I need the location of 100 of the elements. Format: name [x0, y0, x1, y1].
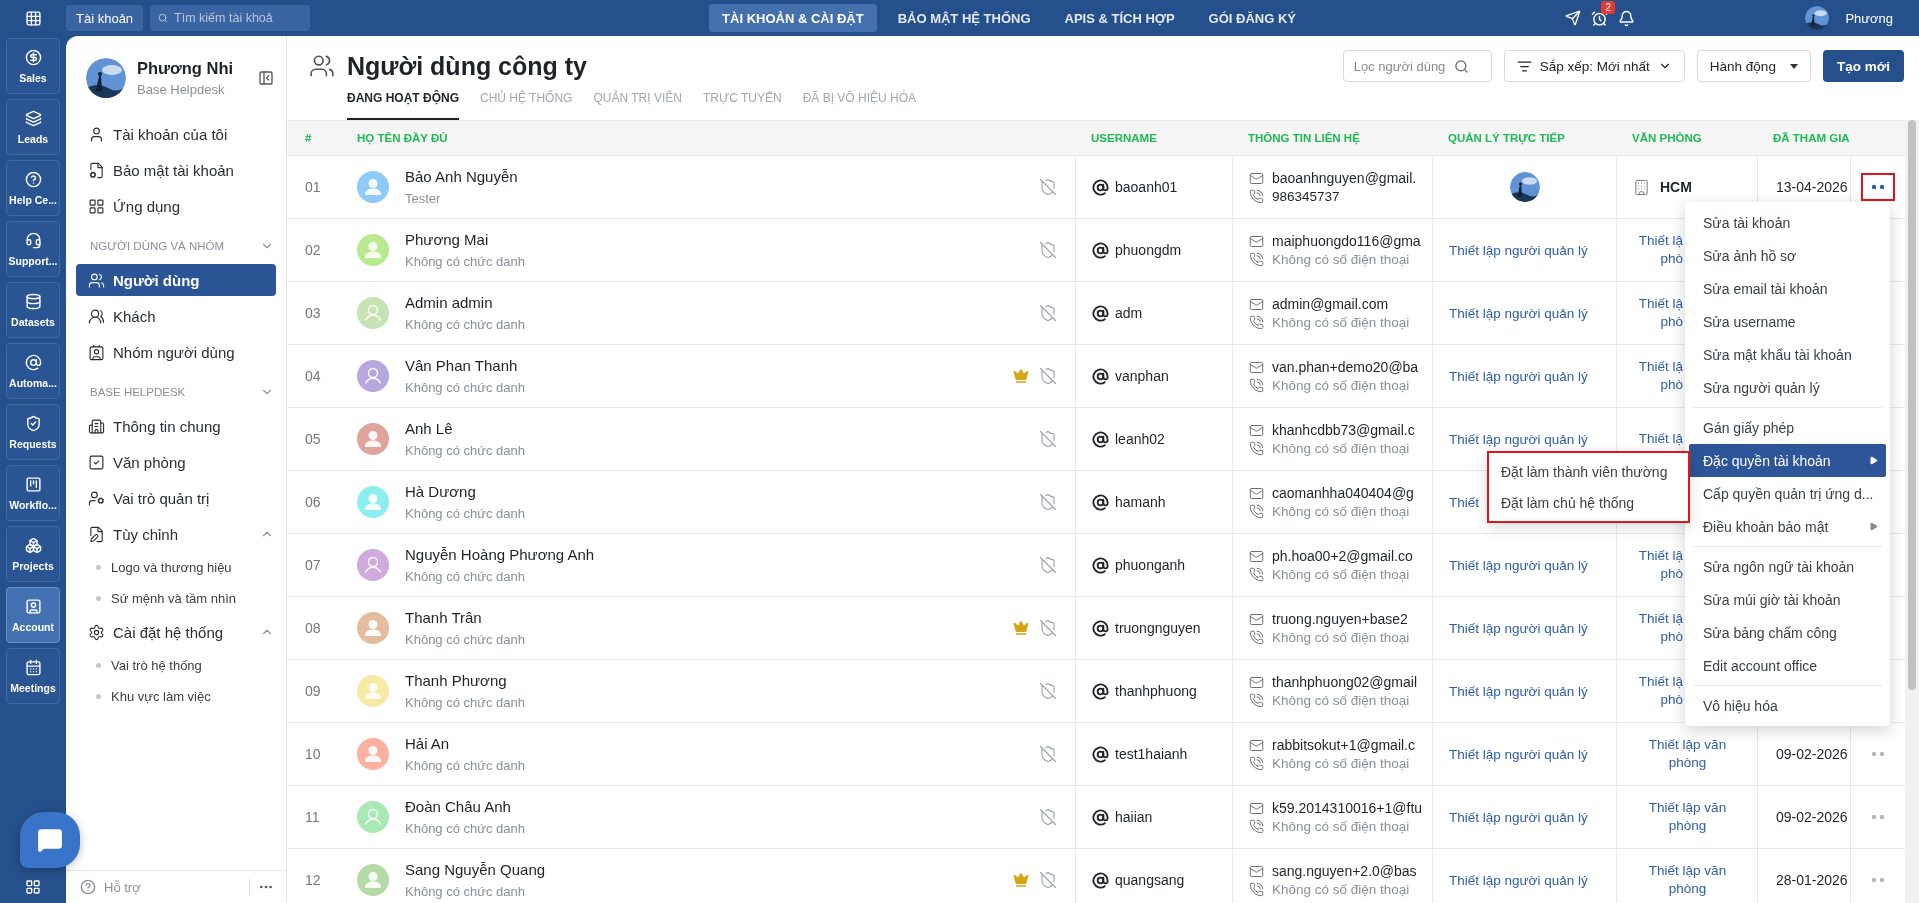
help-icon[interactable]: [80, 879, 96, 895]
app-grid-icon[interactable]: [24, 9, 42, 27]
scrollbar-thumb[interactable]: [1908, 120, 1916, 690]
set-office-link[interactable]: Thiết lậ phò: [1638, 673, 1683, 709]
chat-button[interactable]: [20, 812, 80, 868]
phone-icon: [1249, 189, 1264, 204]
app-tile[interactable]: Workflo...: [6, 465, 60, 521]
app-tile[interactable]: Automa...: [6, 343, 60, 399]
shield-off-icon[interactable]: [1039, 241, 1057, 259]
nav-tab[interactable]: GÓI ĐĂNG KÝ: [1195, 4, 1309, 32]
mail-icon: [1249, 170, 1264, 186]
workspace-button[interactable]: Tài khoản: [66, 5, 144, 31]
sidebar-item[interactable]: Bảo mật tài khoản: [66, 152, 286, 188]
user-icon: [88, 125, 105, 143]
app-tile[interactable]: Support...: [6, 221, 60, 277]
app-tile[interactable]: Help Ce...: [6, 160, 60, 216]
set-manager-link[interactable]: Thiết lập người quản lý: [1449, 746, 1588, 762]
sidebar-item[interactable]: Văn phòng: [66, 444, 286, 480]
search-field[interactable]: Tìm kiếm tài khoả: [150, 5, 311, 31]
shield-off-icon[interactable]: [1039, 682, 1057, 700]
set-manager-link[interactable]: Thiết lập người quản lý: [1449, 872, 1588, 888]
shield-off-icon[interactable]: [1039, 367, 1057, 385]
user-name[interactable]: Phương: [1845, 10, 1893, 26]
sidebar-subitem[interactable]: Vai trò hệ thống: [66, 650, 286, 681]
search-input[interactable]: Tìm kiếm tài khoả: [174, 11, 303, 25]
section-title: NGƯỜI DÙNG VÀ NHÓM: [90, 240, 225, 252]
sidebar-subitem[interactable]: Khu vực làm việc: [66, 681, 286, 712]
grid-icon[interactable]: [25, 879, 41, 895]
set-manager-link[interactable]: Thiết lập người quản lý: [1449, 809, 1588, 825]
email: sang.nguyen+2.0@bas: [1272, 863, 1417, 879]
set-office-link[interactable]: Thiết lập văn phòng: [1633, 799, 1742, 835]
set-office-link[interactable]: Thiết lậ phò: [1638, 358, 1683, 394]
shield-off-icon[interactable]: [1039, 619, 1057, 637]
app-tile[interactable]: Requests: [6, 404, 60, 460]
filter-field[interactable]: Lọc người dùng: [1342, 50, 1492, 82]
file-pen-icon: [88, 525, 105, 543]
shield-off-icon[interactable]: [1039, 493, 1057, 511]
app-tile[interactable]: Projects: [6, 526, 60, 582]
nav-tab[interactable]: BẢO MẬT HỆ THỐNG: [884, 4, 1044, 32]
shield-off-icon[interactable]: [1039, 871, 1057, 889]
grid-icon: [88, 197, 105, 215]
set-office-link[interactable]: Thiết lậ phò: [1638, 610, 1683, 646]
phone-number: 986345737: [1272, 189, 1340, 204]
set-office-link[interactable]: Thiết lập văn phòng: [1633, 862, 1742, 898]
mail-icon: [1249, 863, 1264, 879]
sidebar-item[interactable]: Tùy chỉnh: [66, 516, 286, 552]
set-manager-link[interactable]: Thiết: [1449, 494, 1479, 510]
sidebar-subitem[interactable]: Sứ mệnh và tầm nhìn: [66, 583, 286, 614]
app-tile[interactable]: Account: [6, 587, 60, 643]
set-office-link[interactable]: Thiết lập văn phòng: [1633, 736, 1742, 772]
set-manager-link[interactable]: Thiết lập người quản lý: [1449, 620, 1588, 636]
set-manager-link[interactable]: Thiết lập người quản lý: [1449, 242, 1588, 258]
send-icon[interactable]: [1565, 10, 1582, 26]
bell-icon[interactable]: [1618, 9, 1636, 27]
alarm-icon[interactable]: [1591, 9, 1609, 27]
shield-off-icon[interactable]: [1039, 556, 1057, 574]
set-manager-link[interactable]: Thiết lập người quản lý: [1449, 305, 1588, 321]
set-manager-link[interactable]: Thiết lập người quản lý: [1449, 431, 1588, 447]
set-office-link[interactable]: Thiết lậ phò: [1638, 295, 1683, 331]
nav-tab[interactable]: TÀI KHOẢN & CÀI ĐẶT: [709, 4, 877, 32]
shield-off-icon[interactable]: [1039, 304, 1057, 322]
sidebar-subitem[interactable]: Logo và thương hiệu: [66, 552, 286, 583]
set-manager-link[interactable]: Thiết lập người quản lý: [1449, 557, 1588, 573]
sidebar-item[interactable]: Khách: [66, 298, 286, 334]
set-office-link[interactable]: Thiết lậ: [1638, 430, 1683, 448]
app-tile[interactable]: Datasets: [6, 282, 60, 338]
shield-off-icon[interactable]: [1039, 430, 1057, 448]
dollar-icon: [24, 48, 42, 66]
shield-off-icon[interactable]: [1039, 808, 1057, 826]
user-name: Hà Dương: [405, 483, 477, 500]
sort-button[interactable]: Sắp xếp: Mới nhất: [1503, 50, 1685, 82]
app-tile[interactable]: Sales: [6, 38, 60, 94]
shield-off-icon[interactable]: [1039, 178, 1057, 196]
shield-off-icon[interactable]: [1039, 745, 1057, 763]
set-office-link[interactable]: Thiết lậ phò: [1638, 547, 1683, 583]
set-manager-link[interactable]: Thiết lập người quản lý: [1449, 683, 1588, 699]
collapse-sidebar-icon[interactable]: [258, 70, 274, 86]
menu-item[interactable]: Đặt làm chủ hệ thống: [1489, 487, 1688, 518]
set-manager-link[interactable]: Thiết lập người quản lý: [1449, 368, 1588, 384]
sidebar-item[interactable]: Ứng dụng: [66, 188, 286, 224]
column-header: #: [304, 132, 313, 144]
set-office-link[interactable]: Thiết lậ phò: [1638, 232, 1683, 268]
sidebar-item[interactable]: Vai trò quản trị: [66, 480, 286, 516]
app-tile[interactable]: Meetings: [6, 648, 60, 704]
row-number: 06: [304, 494, 321, 510]
menu-item[interactable]: Đặc quyền tài khoản: [1689, 444, 1886, 477]
sidebar-item[interactable]: Nhóm người dùng: [66, 334, 286, 370]
sidebar-item[interactable]: Tài khoản của tôi: [66, 116, 286, 152]
create-button[interactable]: Tạo mới: [1822, 50, 1904, 82]
sidebar-item[interactable]: Thông tin chung: [66, 408, 286, 444]
phone-number: Không có số điện thoại: [1272, 378, 1410, 393]
sidebar-item[interactable]: Cài đặt hệ thống: [66, 614, 286, 650]
row-actions-button[interactable]: [1861, 173, 1895, 201]
app-tile[interactable]: Leads: [6, 99, 60, 155]
menu-item[interactable]: Đặt làm thành viên thường: [1489, 456, 1688, 487]
layers-icon: [24, 109, 42, 127]
nav-tab[interactable]: APIS & TÍCH HỢP: [1051, 4, 1188, 32]
sidebar-item[interactable]: Người dùng: [76, 264, 276, 296]
search-icon: [158, 11, 169, 25]
actions-button[interactable]: Hành động: [1696, 50, 1811, 82]
